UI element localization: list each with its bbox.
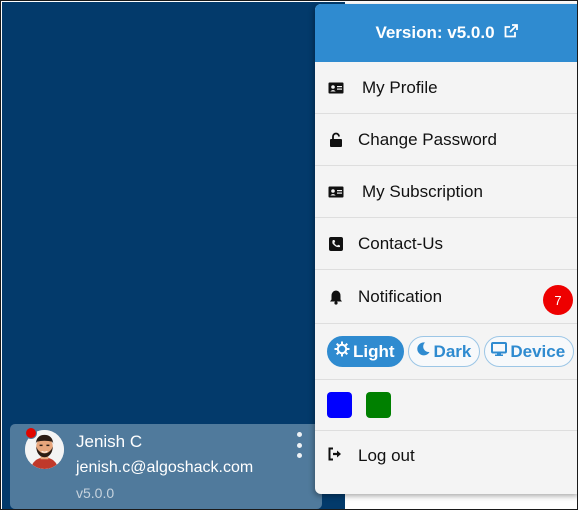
theme-label: Light bbox=[353, 341, 395, 361]
logout-icon bbox=[327, 446, 343, 467]
menu-item-label: My Profile bbox=[362, 77, 438, 97]
menu-item-contact-us[interactable]: Contact-Us bbox=[315, 218, 577, 270]
user-name: Jenish C bbox=[76, 432, 143, 451]
bell-icon bbox=[327, 288, 345, 306]
phone-icon bbox=[327, 235, 345, 253]
menu-item-label: My Subscription bbox=[362, 181, 483, 201]
menu-item-notification[interactable]: Notification 7 bbox=[315, 270, 577, 324]
theme-dark-button[interactable]: Dark bbox=[407, 336, 481, 367]
color-swatch-green[interactable] bbox=[366, 392, 391, 418]
menu-item-change-password[interactable]: Change Password bbox=[315, 114, 577, 166]
logout-button[interactable]: Log out bbox=[315, 431, 577, 481]
id-card-icon bbox=[327, 183, 345, 201]
notification-count-badge: 7 bbox=[543, 285, 573, 315]
unlock-icon bbox=[327, 131, 345, 149]
sun-gear-icon bbox=[334, 341, 350, 362]
user-dropdown-menu: Version: v5.0.0 My Profile Change Passwo… bbox=[315, 4, 577, 494]
moon-icon bbox=[415, 341, 431, 362]
app-frame: Jenish C jenish.c@algoshack.com v5.0.0 V… bbox=[0, 0, 578, 510]
menu-item-label: Notification bbox=[358, 286, 443, 306]
menu-item-my-profile[interactable]: My Profile bbox=[315, 62, 577, 114]
more-options-icon[interactable] bbox=[293, 432, 305, 458]
theme-label: Device bbox=[510, 341, 566, 361]
menu-item-my-subscription[interactable]: My Subscription bbox=[315, 166, 577, 218]
online-status-dot bbox=[25, 427, 37, 439]
theme-light-button[interactable]: Light bbox=[327, 336, 404, 367]
theme-device-button[interactable]: Device bbox=[484, 336, 575, 367]
user-version: v5.0.0 bbox=[76, 485, 115, 501]
id-card-icon bbox=[327, 79, 345, 97]
logout-label: Log out bbox=[358, 446, 415, 465]
menu-item-label: Change Password bbox=[358, 129, 497, 149]
accent-color-picker bbox=[315, 380, 577, 431]
user-card[interactable]: Jenish C jenish.c@algoshack.com v5.0.0 bbox=[10, 424, 322, 509]
version-label: Version: v5.0.0 bbox=[375, 23, 495, 42]
color-swatch-blue[interactable] bbox=[327, 392, 352, 418]
menu-item-label: Contact-Us bbox=[358, 233, 444, 253]
user-email: jenish.c@algoshack.com bbox=[76, 459, 254, 476]
monitor-icon bbox=[491, 341, 508, 362]
theme-label: Dark bbox=[433, 341, 472, 361]
external-link-icon bbox=[503, 23, 519, 44]
theme-switcher: Light Dark Device bbox=[315, 324, 577, 380]
version-link[interactable]: Version: v5.0.0 bbox=[315, 4, 577, 62]
